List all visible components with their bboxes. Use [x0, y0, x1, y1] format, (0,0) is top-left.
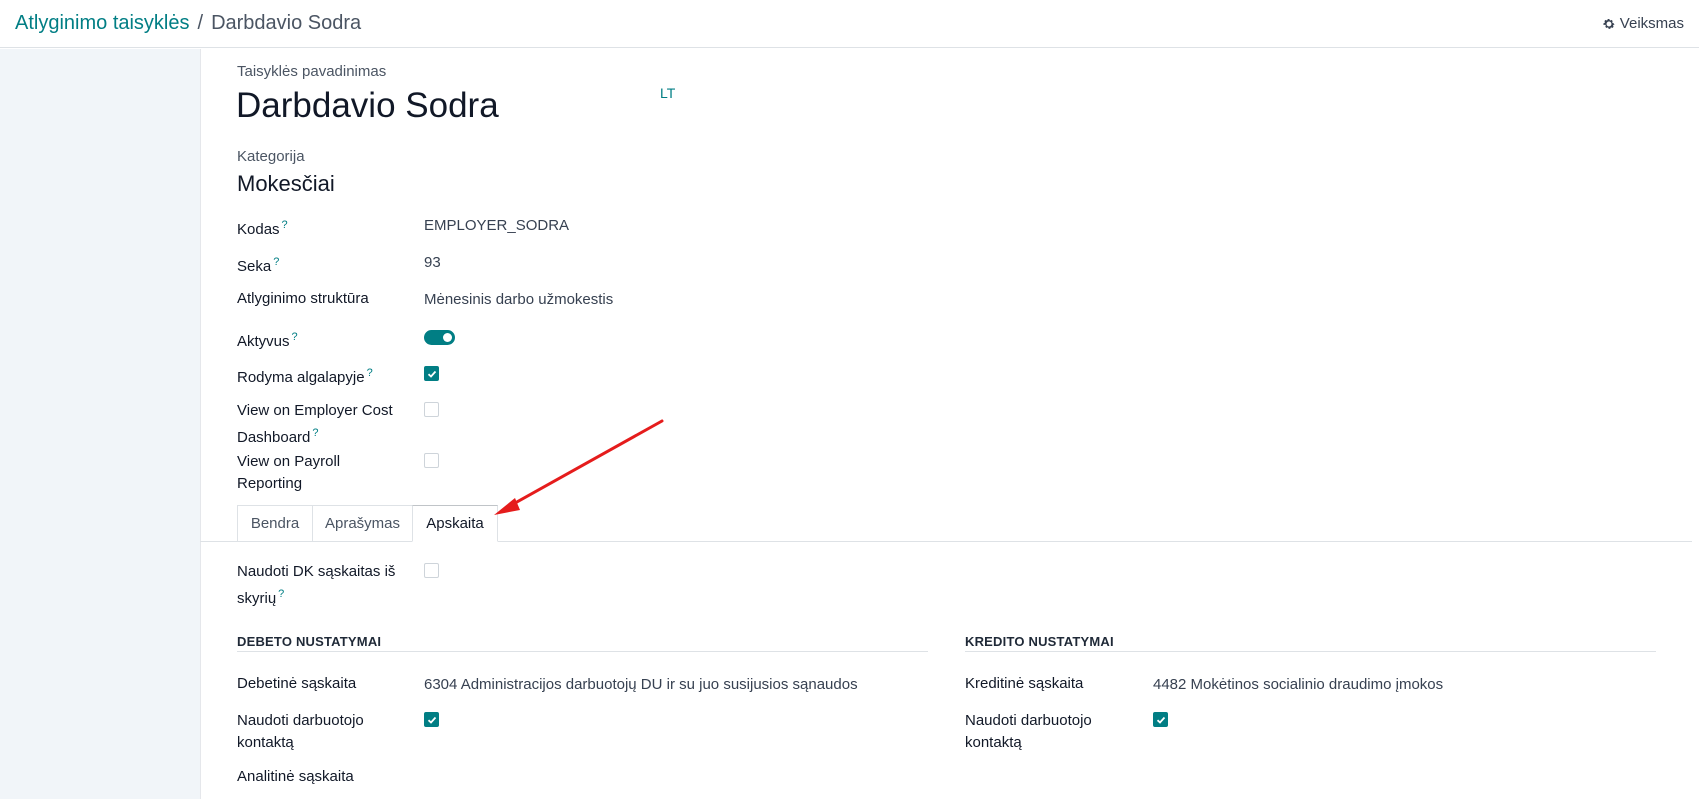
sequence-input[interactable]: 93: [424, 252, 441, 274]
employer-cost-field-label: View on Employer Cost Dashboard?: [237, 400, 393, 449]
credit-section-divider: [965, 651, 1656, 652]
rule-name-input[interactable]: Darbdavio Sodra: [236, 86, 499, 126]
actions-label: Veiksmas: [1619, 15, 1684, 32]
checkmark-icon: [1156, 716, 1165, 724]
help-tooltip-icon[interactable]: ?: [282, 219, 288, 231]
help-tooltip-icon[interactable]: ?: [292, 331, 298, 343]
active-label-text: Aktyvus: [237, 333, 290, 350]
breadcrumb-parent-link[interactable]: Atlyginimo taisyklės: [15, 12, 190, 35]
sequence-label-text: Seka: [237, 258, 272, 275]
credit-section-header: KREDITO NUSTATYMAI: [965, 634, 1114, 649]
employer-cost-label-line2: Dashboard: [237, 429, 311, 446]
sequence-field-label: Seka?: [237, 251, 279, 278]
debit-partner-label-line2: kontaktą: [237, 734, 294, 751]
credit-account-label: Kreditinė sąskaita: [965, 675, 1084, 692]
employer-cost-label-line1: View on Employer Cost: [237, 402, 393, 419]
control-panel: Atlyginimo taisyklės / Darbdavio Sodra V…: [0, 0, 1699, 48]
active-toggle[interactable]: [424, 330, 455, 345]
gear-icon: [1603, 18, 1615, 29]
credit-partner-label-line1: Naudoti darbuotojo: [965, 712, 1092, 729]
code-field-label: Kodas?: [237, 214, 288, 241]
payroll-reporting-checkbox[interactable]: [424, 453, 439, 468]
use-dk-field-label: Naudoti DK sąskaitas iš skyrių?: [237, 561, 395, 610]
debit-account-input[interactable]: 6304 Administracijos darbuotojų DU ir su…: [424, 674, 858, 696]
use-dk-label-line1: Naudoti DK sąskaitas iš: [237, 563, 396, 580]
payroll-reporting-label-line1: View on Payroll: [237, 453, 341, 470]
help-tooltip-icon[interactable]: ?: [278, 588, 284, 600]
help-tooltip-icon[interactable]: ?: [312, 427, 318, 439]
structure-input[interactable]: Mėnesinis darbo užmokestis: [424, 289, 613, 311]
checkmark-icon: [427, 370, 436, 378]
credit-account-input[interactable]: 4482 Mokėtinos socialinio draudimo įmoko…: [1153, 674, 1443, 696]
payroll-reporting-field-label: View on Payroll Reporting: [237, 451, 340, 495]
tab-bendra[interactable]: Bendra: [237, 505, 313, 542]
tab-apskaita[interactable]: Apskaita: [412, 505, 498, 542]
actions-menu-button[interactable]: Veiksmas: [1602, 15, 1684, 32]
credit-partner-checkbox[interactable]: [1153, 712, 1168, 727]
use-dk-checkbox[interactable]: [424, 563, 439, 578]
tab-aprasymas[interactable]: Aprašymas: [312, 505, 413, 542]
help-tooltip-icon[interactable]: ?: [273, 256, 279, 268]
use-dk-label-line2: skyrių: [237, 590, 277, 607]
code-label-text: Kodas: [237, 221, 280, 238]
active-field-label: Aktyvus?: [237, 326, 298, 353]
checkmark-icon: [427, 716, 436, 724]
code-input[interactable]: EMPLOYER_SODRA: [424, 215, 569, 237]
debit-partner-label-line1: Naudoti darbuotojo: [237, 712, 364, 729]
analytic-account-label: Analitinė sąskaita: [237, 768, 354, 785]
payslip-checkbox[interactable]: [424, 366, 439, 381]
category-field-label: Kategorija: [237, 148, 305, 165]
structure-field-label: Atlyginimo struktūra: [237, 290, 369, 307]
debit-section-header: DEBETO NUSTATYMAI: [237, 634, 382, 649]
employer-cost-checkbox[interactable]: [424, 402, 439, 417]
help-tooltip-icon[interactable]: ?: [367, 367, 373, 379]
payroll-reporting-label-line2: Reporting: [237, 475, 303, 492]
debit-partner-label: Naudoti darbuotojo kontaktą: [237, 710, 364, 754]
name-field-label: Taisyklės pavadinimas: [237, 63, 387, 80]
breadcrumb-current: Darbdavio Sodra: [211, 12, 362, 34]
breadcrumb: Atlyginimo taisyklės / Darbdavio Sodra: [15, 12, 361, 35]
left-gutter: [0, 49, 200, 799]
category-input[interactable]: Mokesčiai: [237, 171, 335, 197]
breadcrumb-separator: /: [197, 12, 204, 34]
language-button[interactable]: LT: [660, 85, 675, 101]
payslip-field-label: Rodyma algalapyje?: [237, 362, 373, 389]
credit-partner-label: Naudoti darbuotojo kontaktą: [965, 710, 1092, 754]
debit-partner-checkbox[interactable]: [424, 712, 439, 727]
debit-section-divider: [237, 651, 928, 652]
debit-account-label: Debetinė sąskaita: [237, 675, 357, 692]
payslip-label-text: Rodyma algalapyje: [237, 369, 365, 386]
credit-partner-label-line2: kontaktą: [965, 734, 1022, 751]
